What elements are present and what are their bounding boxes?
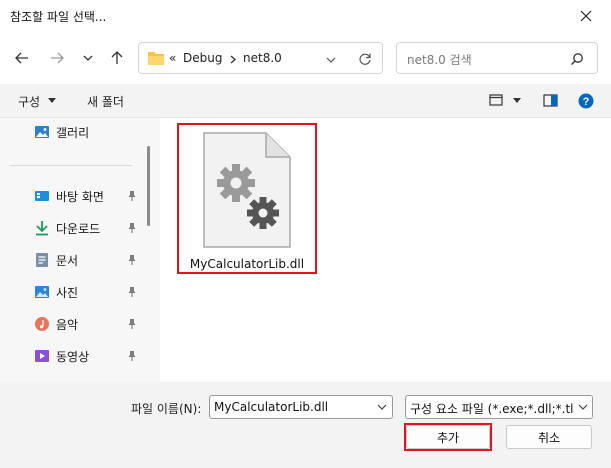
forward-button[interactable] [44,45,70,71]
file-item-mycalculatorlib[interactable]: MyCalculatorLib.dll [177,123,317,274]
desktop-icon [35,191,49,201]
search-input[interactable]: net8.0 검색 [407,51,472,68]
caret-down-icon [48,98,56,103]
arrow-right-icon [51,52,64,64]
highlight-frame [404,423,492,451]
music-icon [35,317,49,331]
up-button[interactable] [104,45,130,71]
sidebar-item-label: 문서 [56,253,79,268]
search-box[interactable]: net8.0 검색 [396,42,598,74]
divider [10,165,132,166]
pin-icon[interactable] [126,254,138,266]
arrow-up-icon [111,51,123,64]
breadcrumb-overflow[interactable]: « [169,51,176,65]
chevron-down-icon[interactable] [377,403,387,411]
breadcrumb-item-net8[interactable]: net8.0 [243,51,282,65]
chevron-right-icon [230,55,236,64]
dll-file-icon [203,132,291,248]
arrow-left-icon [15,52,28,64]
sidebar-item-label: 바탕 화면 [56,189,104,204]
document-icon [36,253,48,267]
refresh-icon[interactable] [358,52,372,66]
file-name: MyCalculatorLib.dll [189,257,305,271]
nav-scrollbar[interactable] [147,146,150,226]
filetype-select[interactable]: 구성 요소 파일 (*.exe;*.dll;*.tlb; [405,395,593,419]
pin-icon[interactable] [126,190,138,202]
sidebar-item-gallery[interactable]: 갤러리 [34,120,144,144]
pin-icon[interactable] [126,350,138,362]
recent-locations-button[interactable] [75,45,101,71]
sidebar-item-label: 동영상 [56,349,90,364]
search-icon [571,53,583,65]
sidebar-item-label: 사진 [56,285,79,300]
navigation-pane: 갤러리 바탕 화면 다운로드 문서 사진 음악 동영상 [0,118,160,382]
preview-pane-icon[interactable] [543,94,558,107]
chevron-down-icon[interactable] [325,54,337,66]
organize-button[interactable]: 구성 [18,93,40,110]
cancel-button[interactable]: 취소 [506,425,592,449]
gallery-icon [35,126,49,138]
filetype-value: 구성 요소 파일 (*.exe;*.dll;*.tlb; [410,402,586,416]
pin-icon[interactable] [126,286,138,298]
sidebar-item-label: 갤러리 [56,125,90,140]
close-button[interactable] [566,2,606,30]
caret-down-icon[interactable] [513,98,521,104]
svg-text:?: ? [583,96,590,108]
new-folder-button[interactable]: 새 폴더 [87,93,124,110]
close-icon [580,10,592,22]
back-button[interactable] [9,45,35,71]
view-options-icon[interactable] [489,94,503,106]
download-icon [36,221,48,236]
folder-icon [148,52,164,65]
filename-input[interactable]: MyCalculatorLib.dll [214,400,328,414]
pin-icon[interactable] [126,318,138,330]
chevron-down-icon [83,55,93,61]
command-bar: 구성 새 폴더 ? [0,84,611,118]
video-icon [35,350,49,362]
chevron-down-icon [578,404,588,410]
address-bar[interactable]: « Debug net8.0 [138,42,383,74]
pin-icon[interactable] [126,222,138,234]
pictures-icon [35,286,49,298]
filetype-dropdown-button[interactable] [574,396,592,418]
breadcrumb-item-debug[interactable]: Debug [183,51,222,65]
filename-label: 파일 이름(N): [131,402,202,416]
sidebar-item-label: 음악 [56,317,79,332]
sidebar-item-label: 다운로드 [56,221,101,236]
help-icon[interactable]: ? [578,93,594,109]
filename-combobox[interactable]: MyCalculatorLib.dll [209,395,393,419]
window-title: 참조할 파일 선택... [10,10,107,24]
